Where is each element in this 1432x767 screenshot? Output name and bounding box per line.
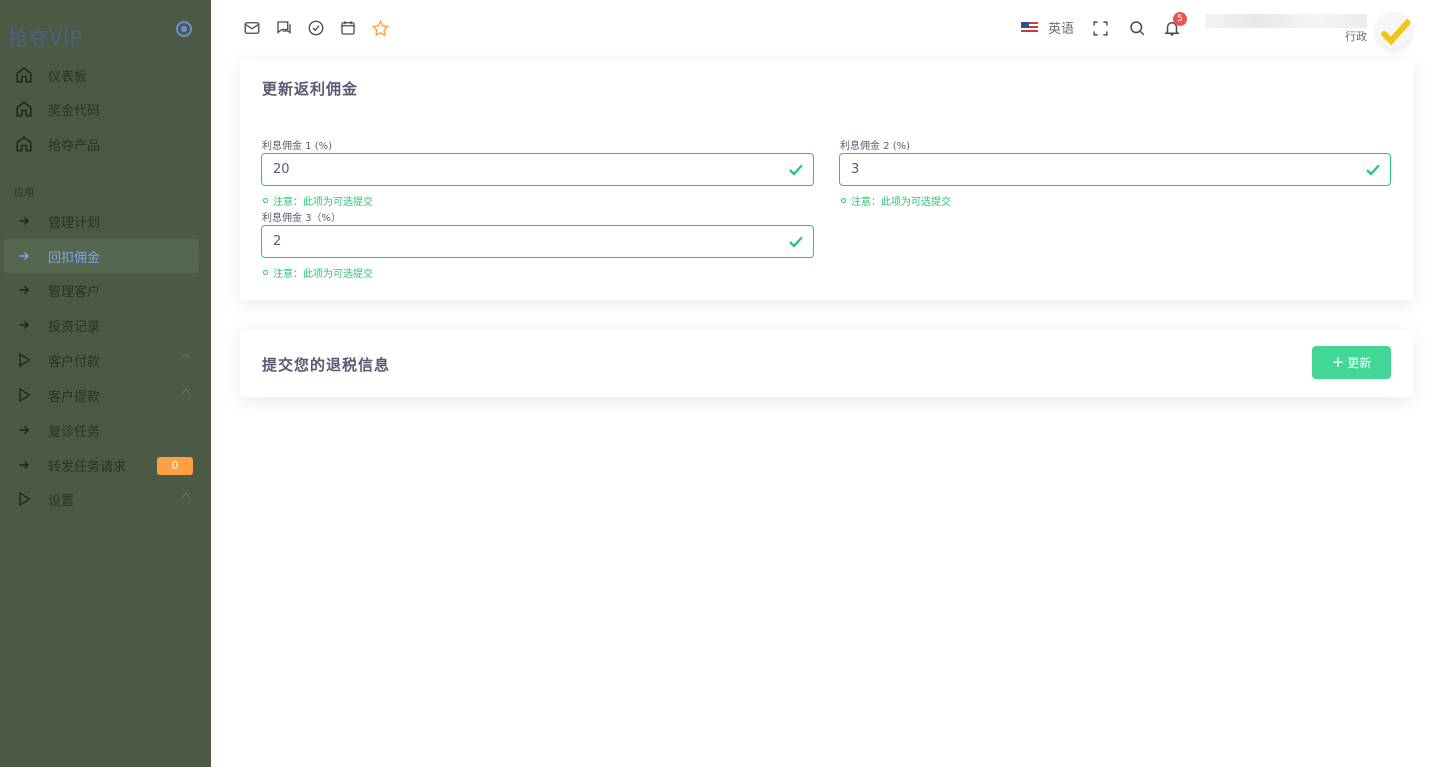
sidebar: 抢夺VIP 仪表板 奖金代码 抢夺产品 应用 管理计划 回扣佣金 管理客户 投资…: [0, 0, 211, 767]
commission-1-hint: 注意：此项为可选提交: [263, 193, 373, 208]
arrow-right-icon: [14, 420, 34, 440]
commission-3-label: 利息佣金 3（%）: [262, 213, 342, 224]
mail-icon[interactable]: [242, 18, 262, 38]
sidebar-toggle-icon[interactable]: [176, 21, 192, 37]
sidebar-item-investment-records[interactable]: 投资记录: [4, 308, 199, 342]
hint-dot-icon: [841, 198, 846, 203]
chevron-up-icon: [181, 353, 191, 363]
search-icon[interactable]: [1127, 18, 1147, 38]
sidebar-item-grab-products[interactable]: 抢夺产品: [4, 127, 199, 161]
arrow-right-icon: [14, 455, 34, 475]
check-icon: [1366, 164, 1380, 176]
arrow-right-icon: [14, 246, 34, 266]
commission-2-hint: 注意：此项为可选提交: [841, 193, 951, 208]
language-label: 英语: [1048, 22, 1075, 37]
commission-2-input[interactable]: [840, 154, 1390, 185]
home-icon: [14, 65, 34, 85]
check-icon: [789, 236, 803, 248]
count-badge: 0: [157, 457, 193, 475]
sidebar-item-review-tasks[interactable]: 复诊任务: [4, 413, 199, 447]
sidebar-item-label: 仪表板: [48, 69, 88, 85]
sidebar-item-label: 抢夺产品: [48, 138, 101, 154]
hint-text: 注意：此项为可选提交: [851, 197, 951, 208]
sidebar-item-label: 管理客户: [48, 284, 101, 300]
sidebar-item-label: 客户提款: [48, 389, 101, 405]
chat-icon[interactable]: [274, 18, 294, 38]
sidebar-item-rebate-commission[interactable]: 回扣佣金: [4, 239, 199, 273]
commission-3-input[interactable]: [262, 226, 813, 257]
sidebar-item-bonus-code[interactable]: 奖金代码: [4, 92, 199, 126]
commission-1-field[interactable]: [261, 153, 814, 186]
sidebar-section-label: 应用: [14, 188, 34, 199]
sidebar-item-label: 回扣佣金: [48, 250, 101, 266]
sidebar-item-manage-customers[interactable]: 管理客户: [4, 273, 199, 307]
home-icon: [14, 134, 34, 154]
language-selector[interactable]: 英语: [1021, 18, 1074, 37]
sidebar-item-manage-plans[interactable]: 管理计划: [4, 204, 199, 238]
commission-3-hint: 注意：此项为可选提交: [263, 265, 373, 280]
us-flag-icon: [1021, 21, 1038, 34]
commission-3-field[interactable]: [261, 225, 814, 258]
brand-logo[interactable]: 抢夺VIP: [8, 22, 82, 51]
card-title: 提交您的退税信息: [262, 356, 391, 374]
sidebar-item-label: 奖金代码: [48, 103, 101, 119]
topbar-shortcuts: [242, 18, 390, 38]
check-icon: [789, 164, 803, 176]
commission-2-label: 利息佣金 2 (%): [840, 141, 911, 152]
sidebar-item-label: 投资记录: [48, 319, 101, 335]
chevron-up-icon: [181, 388, 191, 398]
commission-2-field[interactable]: [839, 153, 1391, 186]
update-button[interactable]: + 更新: [1312, 346, 1391, 379]
plus-icon: +: [1331, 353, 1345, 371]
update-button-label: 更新: [1347, 356, 1372, 370]
play-icon: [14, 385, 34, 405]
play-icon: [14, 350, 34, 370]
home-icon: [14, 99, 34, 119]
sidebar-item-customer-payments[interactable]: 客户付款: [4, 343, 199, 377]
play-icon: [14, 489, 34, 509]
avatar[interactable]: [1376, 12, 1412, 48]
chevron-up-icon: [181, 492, 191, 502]
username-redacted[interactable]: [1205, 14, 1367, 28]
hint-text: 注意：此项为可选提交: [273, 197, 373, 208]
card-title: 更新返利佣金: [262, 80, 359, 98]
sidebar-item-settings[interactable]: 设置: [4, 482, 199, 516]
avatar-check-icon: [1381, 19, 1411, 46]
sidebar-item-label: 转发任务请求: [48, 459, 127, 475]
calendar-icon[interactable]: [338, 18, 358, 38]
sidebar-item-customer-withdrawals[interactable]: 客户提款: [4, 378, 199, 412]
check-circle-icon[interactable]: [306, 18, 326, 38]
sidebar-item-label: 管理计划: [48, 215, 101, 231]
rebate-commission-card: 更新返利佣金 利息佣金 1 (%) 注意：此项为可选提交 利息佣金 2 (%) …: [240, 60, 1413, 300]
commission-1-input[interactable]: [262, 154, 813, 185]
star-icon[interactable]: [370, 18, 390, 38]
submit-refund-card: 提交您的退税信息 + 更新: [240, 330, 1413, 397]
fullscreen-icon[interactable]: [1090, 18, 1110, 38]
sidebar-item-label: 客户付款: [48, 354, 101, 370]
notification-count-badge: 5: [1173, 12, 1187, 26]
arrow-right-icon: [14, 280, 34, 300]
hint-dot-icon: [263, 270, 268, 275]
arrow-right-icon: [14, 211, 34, 231]
arrow-right-icon: [14, 315, 34, 335]
commission-1-label: 利息佣金 1 (%): [262, 141, 333, 152]
user-role: 行政: [1345, 30, 1367, 43]
hint-dot-icon: [263, 198, 268, 203]
sidebar-item-label: 设置: [48, 493, 75, 509]
sidebar-item-forward-task-requests[interactable]: 转发任务请求 0: [4, 448, 199, 482]
sidebar-item-label: 复诊任务: [48, 424, 101, 440]
sidebar-item-dashboard[interactable]: 仪表板: [4, 58, 199, 92]
hint-text: 注意：此项为可选提交: [273, 269, 373, 280]
